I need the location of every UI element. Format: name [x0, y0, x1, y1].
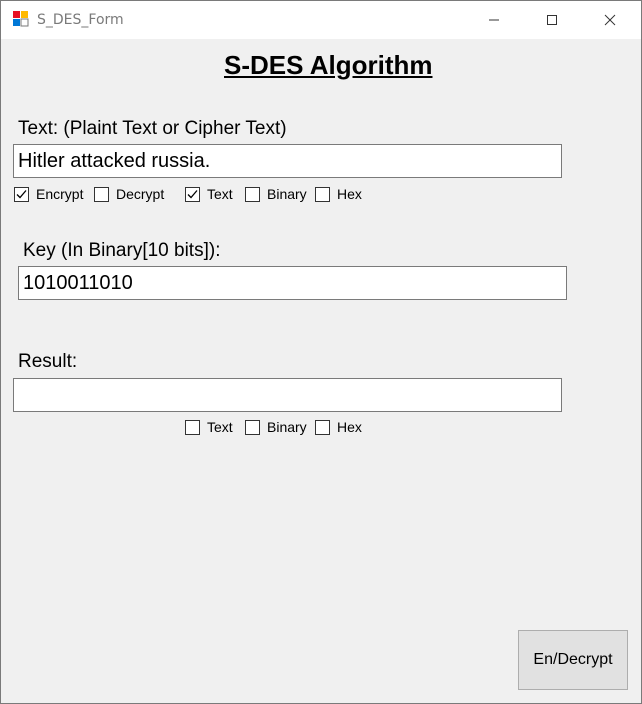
- input-hex-checkbox[interactable]: Hex: [315, 185, 362, 203]
- app-icon: [13, 11, 29, 27]
- text-label: Text: (Plaint Text or Cipher Text): [18, 118, 287, 139]
- window-title: S_DES_Form: [37, 12, 124, 28]
- page-title: S-DES Algorithm: [224, 50, 433, 80]
- encrypt-checkbox[interactable]: Encrypt: [14, 185, 83, 203]
- title-bar[interactable]: S_DES_Form: [1, 1, 641, 39]
- checkbox-box: [245, 419, 260, 435]
- result-text-checkbox[interactable]: Text: [185, 418, 233, 436]
- minimize-icon: [489, 19, 499, 21]
- input-text-checkbox[interactable]: Text: [185, 185, 233, 203]
- checkbox-box: [315, 419, 330, 435]
- en-decrypt-button[interactable]: En/Decrypt: [518, 630, 628, 690]
- checkbox-label: Encrypt: [36, 186, 84, 202]
- checkbox-label: Hex: [337, 186, 362, 202]
- minimize-button[interactable]: [471, 1, 517, 39]
- close-button[interactable]: [587, 1, 633, 39]
- checkbox-box: [94, 186, 109, 202]
- result-label: Result:: [18, 351, 78, 372]
- s-des-form-window: S_DES_Form S-DES Algorithm Text: (Plaint…: [0, 0, 642, 704]
- checkbox-label: Text: [207, 419, 233, 435]
- checkbox-label: Text: [207, 186, 233, 202]
- maximize-icon: [547, 15, 557, 25]
- checkbox-box: [14, 186, 29, 202]
- input-binary-checkbox[interactable]: Binary: [245, 185, 307, 203]
- text-input[interactable]: [13, 144, 562, 178]
- result-hex-checkbox[interactable]: Hex: [315, 418, 362, 436]
- checkbox-box: [245, 186, 260, 202]
- checkbox-box: [315, 186, 330, 202]
- maximize-button[interactable]: [529, 1, 575, 39]
- checkmark-icon: [16, 189, 27, 198]
- close-icon: [604, 14, 616, 26]
- checkbox-box: [185, 186, 200, 202]
- result-binary-checkbox[interactable]: Binary: [245, 418, 307, 436]
- key-input[interactable]: [18, 266, 567, 300]
- checkmark-icon: [187, 189, 198, 198]
- decrypt-checkbox[interactable]: Decrypt: [94, 185, 164, 203]
- checkbox-label: Decrypt: [116, 186, 165, 202]
- checkbox-box: [185, 419, 200, 435]
- key-label: Key (In Binary[10 bits]):: [23, 240, 221, 261]
- checkbox-label: Hex: [337, 419, 362, 435]
- checkbox-label: Binary: [267, 186, 307, 202]
- result-output[interactable]: [13, 378, 562, 412]
- checkbox-label: Binary: [267, 419, 307, 435]
